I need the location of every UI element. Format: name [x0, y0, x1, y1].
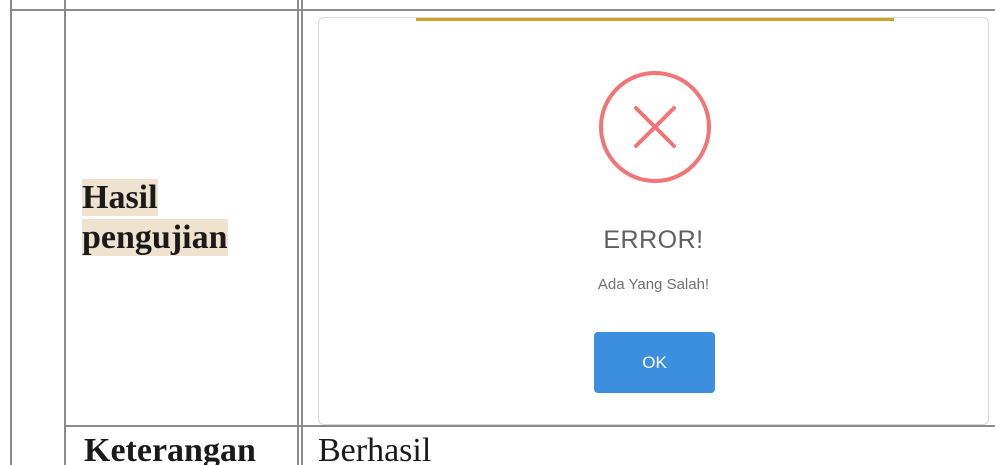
- ok-button[interactable]: OK: [594, 332, 715, 393]
- table-border-inner: [64, 0, 66, 465]
- table-border-row: [64, 425, 995, 427]
- row-label-keterangan: Keterangan: [84, 432, 256, 465]
- row-label-hasil-pengujian: Hasil pengujian: [82, 178, 228, 258]
- table-border-mid-1: [297, 0, 299, 465]
- dialog-title: ERROR!: [603, 226, 704, 254]
- row-label-line-2: pengujian: [82, 219, 228, 256]
- table-border-left: [10, 0, 12, 465]
- error-x-icon: [599, 71, 711, 183]
- error-dialog-screenshot: ERROR! Ada Yang Salah! OK: [318, 17, 989, 425]
- document-page: Hasil pengujian ERROR! Ada Yang Salah! O…: [0, 0, 995, 465]
- row-label-line-1: Hasil: [82, 179, 158, 216]
- dialog-message: Ada Yang Salah!: [597, 276, 710, 293]
- table-border-mid-2: [301, 0, 303, 465]
- row-value-berhasil: Berhasil: [318, 432, 432, 465]
- table-border-top: [10, 9, 995, 11]
- accent-bar: [416, 18, 894, 21]
